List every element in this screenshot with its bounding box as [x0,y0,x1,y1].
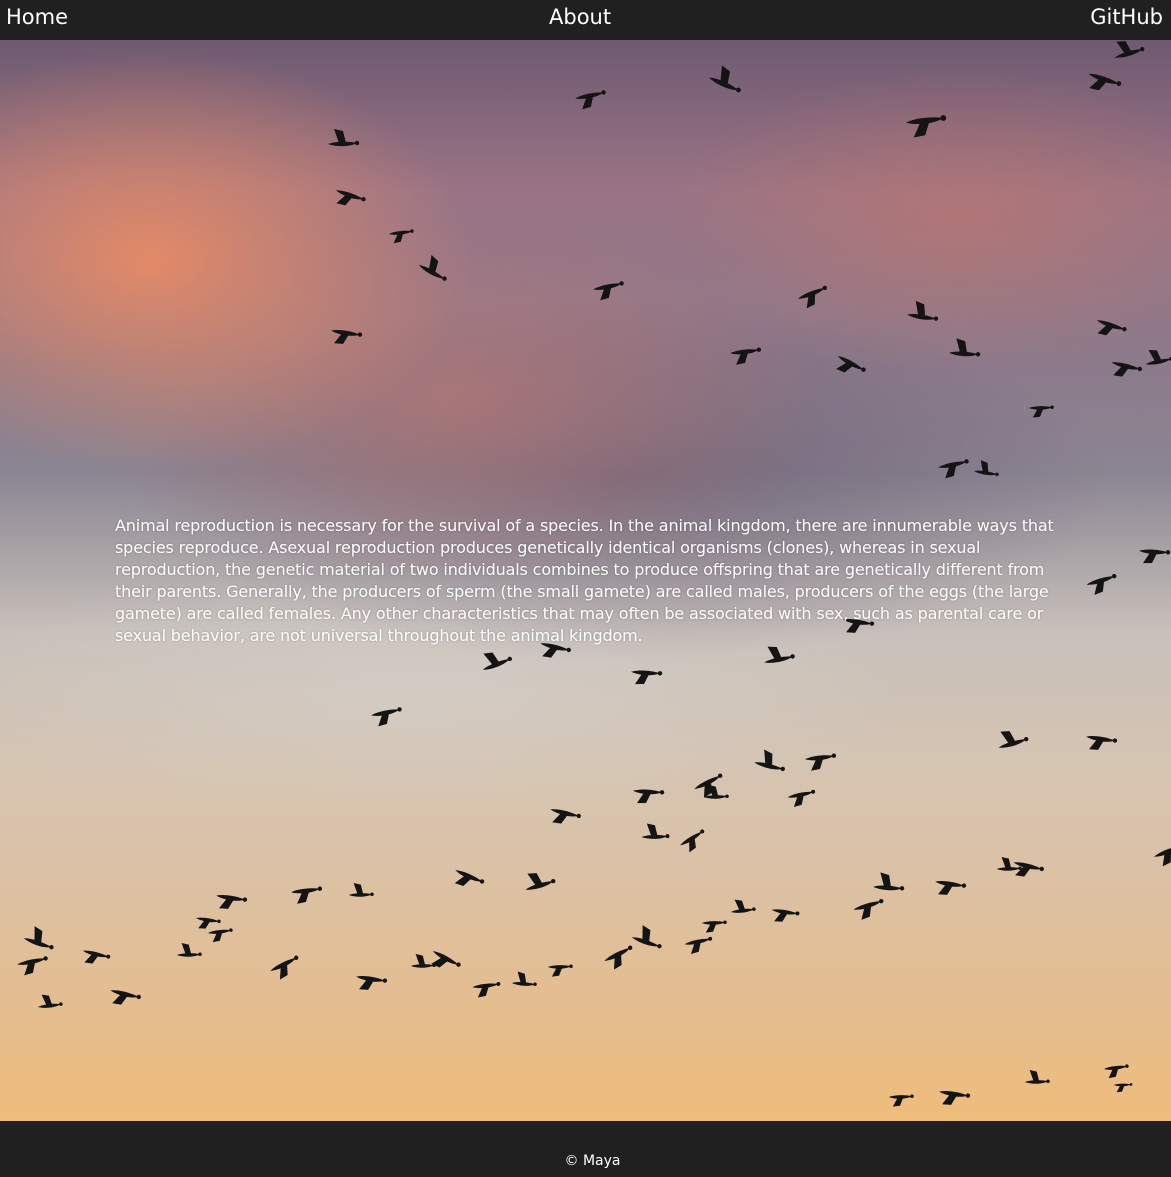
goose-silhouette [1086,573,1117,595]
goose-silhouette [547,964,573,977]
goose-silhouette [805,753,837,771]
goose-silhouette [176,943,202,957]
goose-silhouette [641,823,670,839]
goose-silhouette [418,255,447,281]
goose-silhouette [482,652,512,670]
goose-silhouette [388,229,414,244]
goose-silhouette [110,990,141,1005]
goose-silhouette [82,950,111,964]
goose-silhouette [771,909,800,922]
goose-silhouette [787,789,816,808]
goose-silhouette [633,789,665,804]
goose-silhouette [410,954,436,968]
goose-silhouette [37,994,63,1008]
goose-silhouette [853,898,884,920]
goose-silhouette [511,971,537,987]
goose-silhouette [335,190,366,206]
goose-silhouette [730,347,762,365]
page-footer: © Maya [0,1121,1171,1177]
goose-silhouette [1113,1083,1133,1093]
goose-silhouette [472,981,501,998]
goose-silhouette [291,886,323,904]
goose-silhouette [1114,41,1145,58]
goose-silhouette [631,670,663,685]
goose-silhouette [331,330,363,344]
goose-silhouette [998,731,1029,748]
goose-silhouette [1096,320,1127,336]
goose-silhouette [1111,362,1142,377]
goose-silhouette [23,926,54,950]
goose-silhouette [371,707,402,727]
goose-silhouette [1139,549,1171,564]
goose-silhouette [1103,1064,1129,1079]
goose-silhouette [1145,349,1171,365]
goose-silhouette [938,459,969,479]
goose-silhouette [431,951,461,968]
goose-silhouette [525,873,556,890]
copyright-text: © Maya [564,1153,621,1169]
goose-silhouette [680,829,705,853]
goose-silhouette [604,945,633,970]
goose-silhouette [1153,845,1171,867]
goose-silhouette [270,955,299,980]
goose-silhouette [836,356,866,373]
goose-silhouette [1013,862,1044,877]
goose-silhouette [348,883,374,897]
goose-silhouette [873,872,905,891]
goose-silhouette [356,976,388,990]
goose-silhouette [905,115,947,138]
goose-silhouette [973,460,999,477]
goose-silhouette [550,809,581,824]
goose-silhouette [216,895,248,909]
nav-github-link[interactable]: GitHub [1090,3,1163,31]
nav-about-link[interactable]: About [549,3,611,31]
goose-silhouette [575,90,606,110]
goose-silhouette [935,881,967,895]
goose-silhouette [754,749,785,772]
goose-silhouette [730,899,756,913]
goose-silhouette [939,1091,971,1105]
goose-silhouette [328,129,360,147]
goose-silhouette [1086,736,1118,750]
goose-silhouette [593,281,624,301]
goose-silhouette [709,65,741,93]
goose-silhouette [207,928,233,943]
hero-background-image: Animal reproduction is necessary for the… [0,40,1171,1121]
goose-silhouette [1028,405,1054,418]
goose-silhouette [1088,73,1122,91]
goose-silhouette [17,956,48,976]
goose-silhouette [1024,1070,1050,1084]
goose-silhouette [631,925,662,949]
goose-silhouette [195,917,221,929]
goose-silhouette [701,920,727,933]
goose-silhouette [888,1094,914,1107]
goose-silhouette [797,285,827,309]
goose-silhouette [907,300,939,321]
goose-silhouette [684,936,713,955]
top-navigation-bar: Home About GitHub [0,0,1171,40]
goose-silhouette [949,338,981,357]
nav-home-link[interactable]: Home [6,3,68,31]
goose-silhouette [454,870,485,886]
intro-paragraph: Animal reproduction is necessary for the… [115,516,1054,645]
